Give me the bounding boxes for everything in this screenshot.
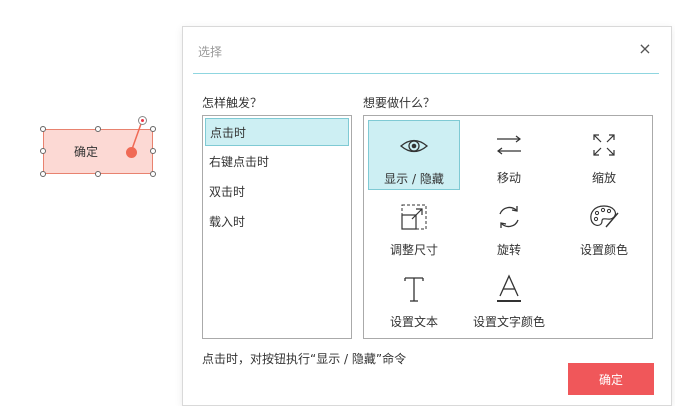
action-move[interactable]: 移动 <box>463 120 555 190</box>
expand-icon <box>558 130 650 160</box>
action-label: 显示 / 隐藏 <box>384 172 444 186</box>
action-label: 移动 <box>496 171 521 185</box>
action-label: 设置颜色 <box>579 243 628 257</box>
action-rotate[interactable]: 旋转 <box>463 192 555 262</box>
action-resize[interactable]: 调整尺寸 <box>368 192 460 262</box>
interaction-connector-dot[interactable] <box>126 147 137 158</box>
palette-icon <box>558 202 650 232</box>
confirm-button[interactable]: 确定 <box>568 363 654 395</box>
dialog-title: 选择 <box>198 45 223 59</box>
action-set-color[interactable]: 设置颜色 <box>558 192 650 262</box>
resize-handle-n[interactable] <box>95 126 101 132</box>
eye-icon <box>369 131 459 161</box>
action-grid: 显示 / 隐藏 移动 缩放 调整尺寸 旋转 设置颜色 设置文本 设置文字颜色 <box>363 115 653 339</box>
trigger-heading: 怎样触发？ <box>202 96 263 110</box>
resize-handle-se[interactable] <box>150 171 156 177</box>
move-arrows-icon <box>463 130 555 160</box>
text-color-icon <box>463 274 555 304</box>
interaction-summary: 点击时，对按钮执行“显示 / 隐藏”命令 <box>202 352 407 366</box>
resize-handle-s[interactable] <box>95 171 101 177</box>
close-icon[interactable]: × <box>637 41 653 57</box>
action-show-hide[interactable]: 显示 / 隐藏 <box>368 120 460 190</box>
resize-handle-sw[interactable] <box>40 171 46 177</box>
rotate-icon <box>463 202 555 232</box>
trigger-item-click[interactable]: 点击时 <box>205 118 349 146</box>
resize-icon <box>368 202 460 232</box>
interaction-connector-endpoint[interactable] <box>138 116 147 125</box>
action-heading: 想要做什么？ <box>363 96 436 110</box>
trigger-list: 点击时 右键点击时 双击时 载入时 <box>202 115 352 339</box>
dialog-divider <box>193 73 659 74</box>
action-set-text-color[interactable]: 设置文字颜色 <box>463 264 555 334</box>
text-icon <box>368 274 460 304</box>
resize-handle-w[interactable] <box>40 148 46 154</box>
resize-handle-ne[interactable] <box>150 126 156 132</box>
trigger-item-right-click[interactable]: 右键点击时 <box>205 148 349 176</box>
action-label: 设置文字颜色 <box>472 315 545 329</box>
resize-handle-nw[interactable] <box>40 126 46 132</box>
resize-handle-e[interactable] <box>150 148 156 154</box>
canvas-button-label: 确定 <box>73 145 98 159</box>
interaction-dialog: 选择 × 怎样触发？ 想要做什么？ 点击时 右键点击时 双击时 载入时 显示 /… <box>182 26 672 406</box>
action-label: 缩放 <box>591 171 616 185</box>
action-label: 调整尺寸 <box>389 243 438 257</box>
action-label: 旋转 <box>496 243 521 257</box>
action-scale[interactable]: 缩放 <box>558 120 650 190</box>
trigger-item-double-click[interactable]: 双击时 <box>205 178 349 206</box>
action-label: 设置文本 <box>389 315 438 329</box>
action-set-text[interactable]: 设置文本 <box>368 264 460 334</box>
trigger-item-on-load[interactable]: 载入时 <box>205 208 349 236</box>
